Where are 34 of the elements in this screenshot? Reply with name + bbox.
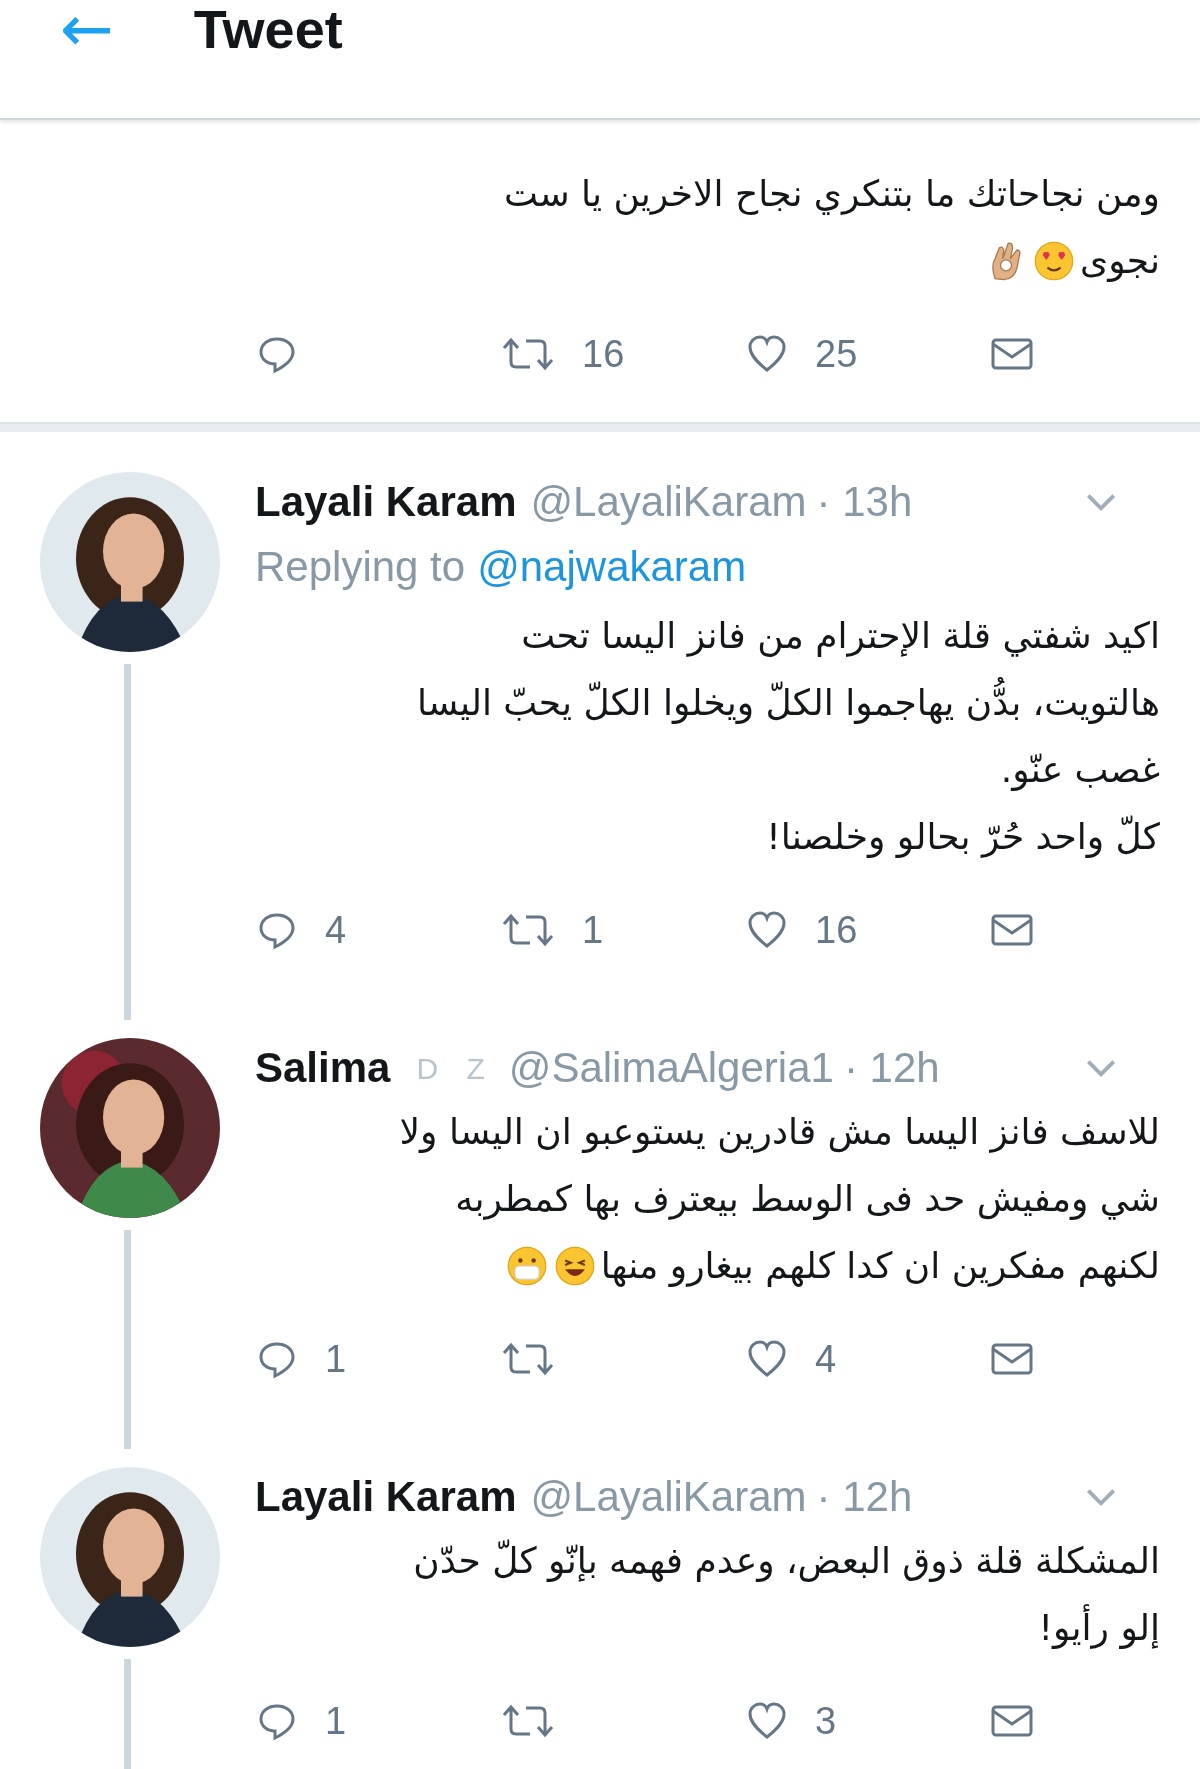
tweet-time: · 13h	[816, 478, 913, 526]
reply-count: 1	[325, 1699, 347, 1743]
user-handle[interactable]: @LayaliKaram	[530, 478, 807, 526]
user-handle[interactable]: @LayaliKaram	[530, 1473, 807, 1521]
reply-count: 4	[325, 908, 347, 952]
page-title: Tweet	[193, 0, 343, 61]
user-handle[interactable]: @SalimaAlgeria1	[508, 1044, 834, 1092]
tweet-text-line: للاسف فانز اليسا مش قادرين يستوعبو ان اليسا ولا	[399, 1110, 1160, 1155]
like-count: 16	[815, 908, 858, 952]
tweet-text-line: شي ومفيش حد فى الوسط بيعترف بها كمطربه	[455, 1177, 1160, 1222]
tweet-text-line: غصب عنّو.	[1000, 748, 1160, 793]
user-name[interactable]: Layali Karam	[255, 478, 517, 526]
like-count: 4	[815, 1337, 837, 1381]
tweet-text-line: نجوى	[1079, 239, 1160, 284]
back-button[interactable]: ←	[60, 0, 114, 121]
tweet-time: · 12h	[843, 1044, 940, 1092]
user-name[interactable]: Layali Karam	[255, 1473, 517, 1521]
tweet-text-line: إلو رأيو!	[1038, 1594, 1160, 1661]
like-count: 3	[815, 1699, 837, 1743]
replying-label: Replying to	[255, 543, 466, 591]
tweet-text-line: كلّ واحد حُرّ بحالو وخلصنا!	[766, 814, 1160, 860]
profile-badges: D Z	[416, 1051, 485, 1085]
retweet-count: 1	[582, 908, 604, 952]
tweet-text-line: اكيد شفتي قلة الإحترام من فانز اليسا تحت	[521, 614, 1160, 659]
like-count: 25	[815, 332, 858, 376]
reply-count: 1	[325, 1337, 347, 1381]
retweet-count: 16	[582, 332, 625, 376]
tweet-text-line: هالتويت، بدُّن يهاجموا الكلّ ويخلوا الكلّ يحبّ اليسا	[417, 669, 1160, 736]
tweet-time: · 12h	[816, 1473, 913, 1521]
tweet-text-line: ومن نجاحاتك ما بتنكري نجاح الاخرين يا ست	[504, 172, 1160, 217]
mention-link[interactable]: @najwakaram	[477, 543, 747, 591]
user-name[interactable]: Salima	[255, 1044, 391, 1092]
tweet-text-line: المشكلة قلة ذوق البعض، وعدم فهمه بإنّو كلّ حدّن	[413, 1538, 1160, 1584]
tweet-text-line: لكنهم مفكرين ان كدا كلهم بيغارو منها	[600, 1244, 1160, 1289]
